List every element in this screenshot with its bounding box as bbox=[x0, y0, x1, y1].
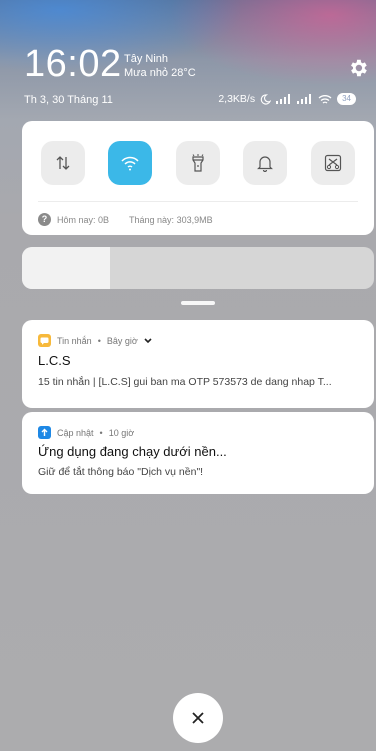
moon-icon bbox=[260, 93, 272, 105]
weather-summary[interactable]: Mưa nhỏ 28°C bbox=[124, 67, 196, 80]
screenshot-toggle[interactable] bbox=[311, 141, 355, 185]
quick-settings-panel: ? Hôm nay: 0B Tháng này: 303,9MB bbox=[22, 121, 374, 235]
ring-toggle[interactable] bbox=[243, 141, 287, 185]
notification-time: Bây giờ bbox=[106, 335, 138, 346]
notification-header: Cập nhật • 10 giờ bbox=[38, 426, 134, 439]
bell-icon bbox=[257, 156, 273, 172]
system-status-icons: 2,3KB/s 34 bbox=[218, 93, 356, 105]
notification-title: L.C.S bbox=[38, 353, 71, 368]
usage-today: Hôm nay: 0B bbox=[57, 214, 110, 225]
notification-card[interactable]: Tin nhắn • Bây giờ L.C.S 15 tin nhắn | [… bbox=[22, 320, 374, 408]
notification-title: Ứng dụng đang chạy dưới nền... bbox=[38, 444, 227, 459]
notification-app-name: Tin nhắn bbox=[57, 335, 92, 346]
notification-time: 10 giờ bbox=[108, 427, 135, 438]
signal-icon bbox=[276, 94, 291, 104]
flashlight-icon bbox=[192, 154, 204, 172]
data-usage[interactable]: ? Hôm nay: 0B Tháng này: 303,9MB bbox=[38, 213, 213, 226]
notification-header: Tin nhắn • Bây giờ bbox=[38, 334, 152, 347]
arrows-updown-icon bbox=[56, 156, 70, 170]
divider bbox=[38, 201, 358, 202]
usage-month: Tháng này: 303,9MB bbox=[129, 214, 213, 225]
scissors-icon bbox=[324, 154, 342, 172]
gear-icon[interactable] bbox=[347, 57, 369, 79]
chevron-down-icon[interactable] bbox=[144, 337, 152, 344]
message-icon bbox=[38, 334, 51, 347]
status-area: 16:02 Tây Ninh Mưa nhỏ 28°C Th 3, 30 Thá… bbox=[0, 0, 376, 120]
wifi-status-icon bbox=[318, 94, 332, 104]
network-speed: 2,3KB/s bbox=[218, 93, 256, 105]
update-arrow-icon bbox=[38, 426, 51, 439]
brightness-slider[interactable] bbox=[22, 247, 374, 289]
notification-shade: 16:02 Tây Ninh Mưa nhỏ 28°C Th 3, 30 Thá… bbox=[0, 0, 376, 751]
flashlight-toggle[interactable] bbox=[176, 141, 220, 185]
close-icon bbox=[192, 712, 204, 724]
clear-all-button[interactable] bbox=[173, 693, 223, 743]
weather-location[interactable]: Tây Ninh bbox=[124, 53, 168, 66]
help-icon: ? bbox=[38, 213, 51, 226]
clock[interactable]: 16:02 bbox=[24, 42, 122, 86]
mobile-data-toggle[interactable] bbox=[41, 141, 85, 185]
brightness-fill bbox=[22, 247, 110, 289]
notification-card[interactable]: Cập nhật • 10 giờ Ứng dụng đang chạy dướ… bbox=[22, 412, 374, 494]
date-label[interactable]: Th 3, 30 Tháng 11 bbox=[24, 94, 113, 106]
signal-icon bbox=[297, 94, 312, 104]
wifi-icon bbox=[121, 156, 139, 171]
notification-body: Giữ để tắt thông báo "Dịch vụ nền"! bbox=[38, 466, 204, 478]
drag-handle[interactable] bbox=[181, 301, 215, 305]
battery-indicator: 34 bbox=[337, 93, 356, 105]
notification-app-name: Cập nhật bbox=[57, 427, 94, 438]
notification-body: 15 tin nhắn | [L.C.S] gui ban ma OTP 573… bbox=[38, 376, 332, 388]
wifi-toggle[interactable] bbox=[108, 141, 152, 185]
